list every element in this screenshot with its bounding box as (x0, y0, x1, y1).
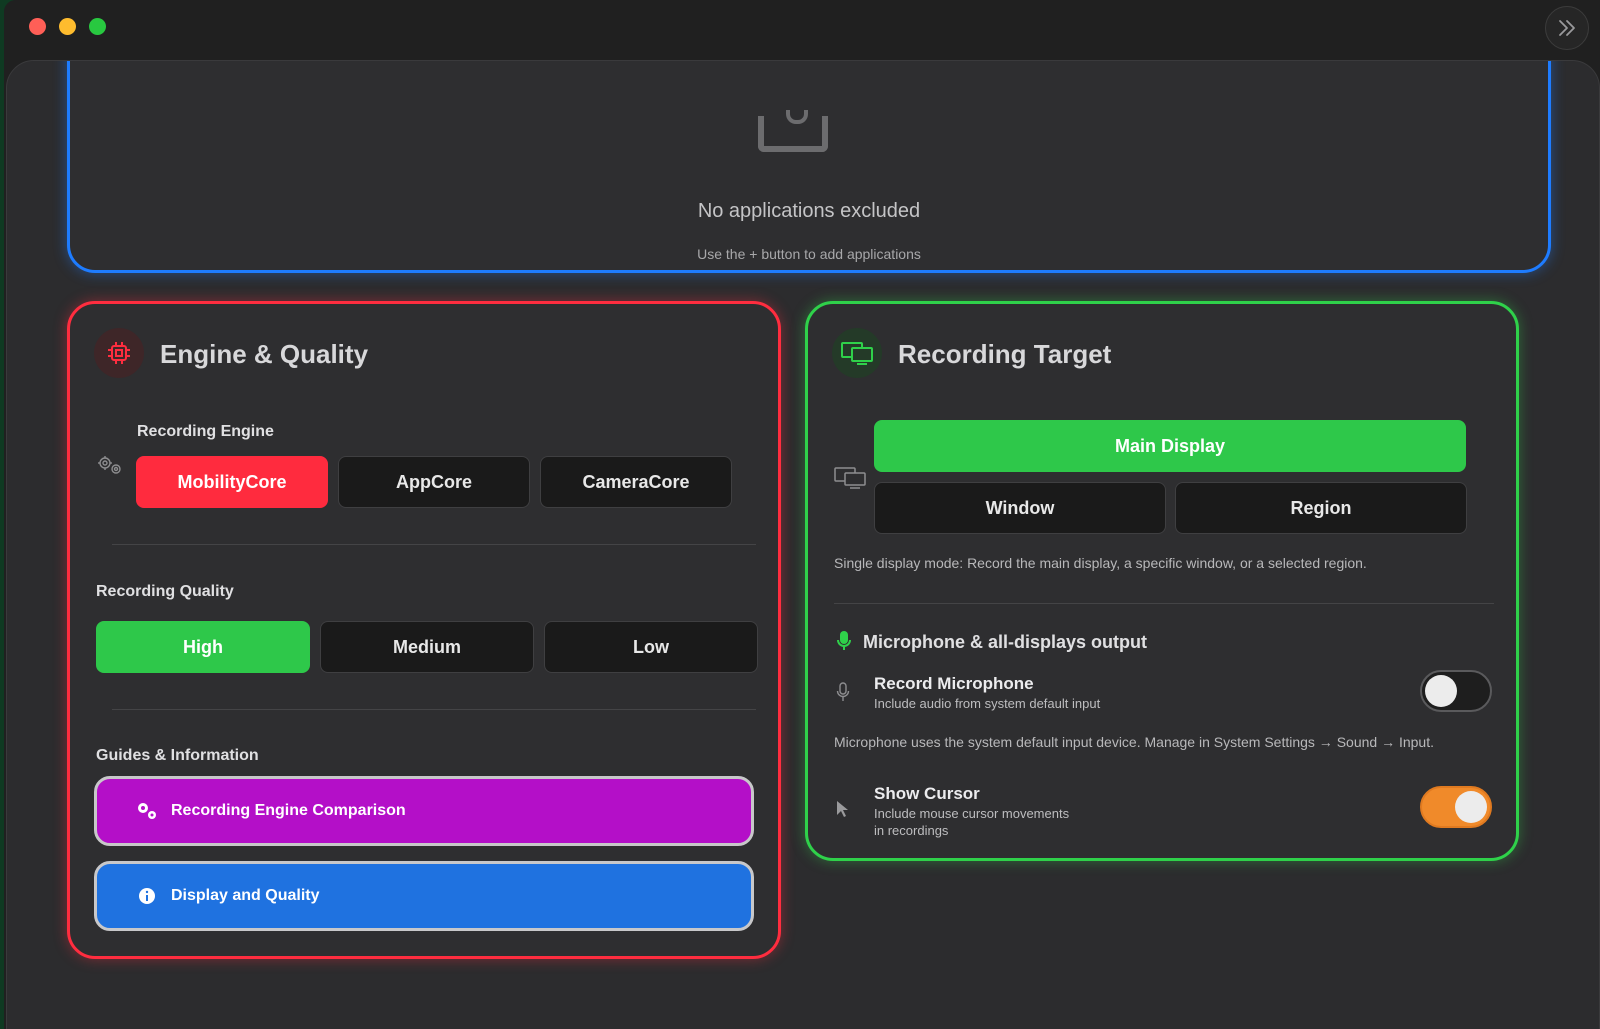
quality-option-high[interactable]: High (96, 621, 310, 673)
record-microphone-title: Record Microphone (874, 674, 1034, 693)
section-divider (834, 603, 1494, 604)
microphone-icon (836, 682, 850, 701)
section-divider (112, 544, 756, 545)
display-quality-label: Display and Quality (171, 887, 320, 904)
section-divider (112, 709, 756, 710)
target-option-region[interactable]: Region (1175, 482, 1467, 534)
microphone-note: Microphone uses the system default input… (834, 734, 1434, 750)
minimize-window-button[interactable] (59, 18, 76, 35)
displays-icon (834, 467, 866, 489)
sidebar-toggle-button[interactable] (1545, 6, 1589, 50)
gears-icon (135, 799, 159, 823)
displays-icon (841, 342, 873, 365)
show-cursor-title: Show Cursor (874, 784, 980, 803)
record-microphone-subtitle: Include audio from system default input (874, 696, 1101, 711)
app-window: No applications excluded Use the + butto… (4, 0, 1600, 1029)
target-card-title: Recording Target (898, 339, 1112, 369)
recording-quality-label: Recording Quality (96, 583, 234, 600)
excluded-empty-title: No applications excluded (697, 200, 921, 222)
title-bar (4, 0, 1600, 56)
recording-engine-label: Recording Engine (137, 423, 274, 440)
recording-target-card: Recording Target Main Display Window Reg… (805, 301, 1519, 861)
show-cursor-subtitle-2: in recordings (874, 823, 949, 838)
close-window-button[interactable] (29, 18, 46, 35)
target-option-main-display[interactable]: Main Display (874, 420, 1466, 472)
card-icon-badge (832, 328, 882, 378)
cursor-arrow-icon (837, 801, 848, 817)
guides-label: Guides & Information (96, 747, 259, 764)
engine-quality-card: Engine & Quality Recording Engine Mobili… (67, 301, 781, 959)
quality-option-medium[interactable]: Medium (320, 621, 534, 673)
engine-option-cameracore[interactable]: CameraCore (540, 456, 732, 508)
display-quality-button[interactable]: Display and Quality (94, 861, 754, 931)
toggle-knob (1455, 791, 1487, 823)
double-chevron-right-icon (1559, 20, 1575, 36)
info-icon (135, 884, 159, 908)
target-option-window[interactable]: Window (874, 482, 1166, 534)
engine-comparison-label: Recording Engine Comparison (171, 802, 406, 819)
engine-option-appcore[interactable]: AppCore (338, 456, 530, 508)
engine-card-title: Engine & Quality (160, 339, 369, 369)
microphone-section-label: Microphone & all-displays output (863, 632, 1148, 652)
target-description: Single display mode: Record the main dis… (834, 555, 1367, 571)
gears-icon (98, 456, 121, 474)
show-cursor-subtitle-1: Include mouse cursor movements (874, 806, 1070, 821)
excluded-empty-subtitle: Use the + button to add applications (697, 246, 921, 262)
engine-comparison-button[interactable]: Recording Engine Comparison (94, 776, 754, 846)
toggle-knob (1425, 675, 1457, 707)
settings-content: No applications excluded Use the + butto… (6, 60, 1600, 1029)
record-microphone-toggle[interactable] (1420, 670, 1492, 712)
empty-apps-icon (758, 110, 828, 152)
card-icon-badge (94, 328, 144, 378)
microphone-icon (837, 631, 851, 650)
quality-option-low[interactable]: Low (544, 621, 758, 673)
excluded-apps-card: No applications excluded Use the + butto… (67, 61, 1551, 273)
engine-option-mobilitycore[interactable]: MobilityCore (136, 456, 328, 508)
show-cursor-toggle[interactable] (1420, 786, 1492, 828)
chip-icon (108, 342, 130, 364)
zoom-window-button[interactable] (89, 18, 106, 35)
